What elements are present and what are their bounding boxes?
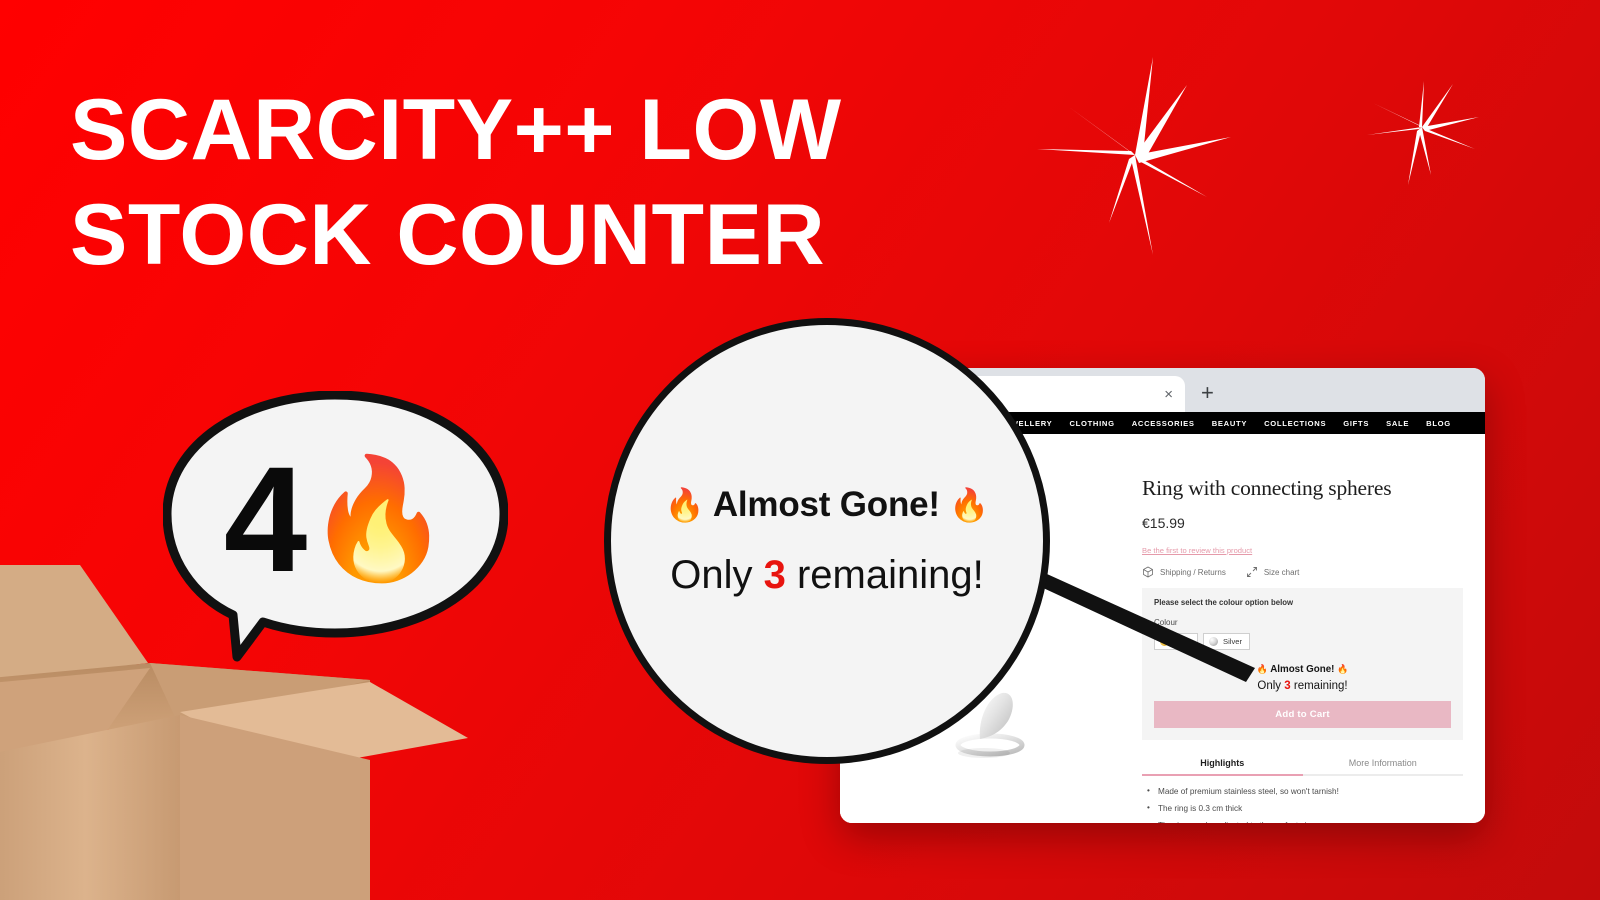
nav-item-collections[interactable]: COLLECTIONS bbox=[1264, 419, 1326, 428]
highlights-list: Made of premium stainless steel, so won'… bbox=[1142, 786, 1463, 823]
zoom-callout: 🔥 Almost Gone! 🔥 Only 3 remaining! bbox=[604, 318, 1050, 764]
nav-item-blog[interactable]: BLOG bbox=[1426, 419, 1451, 428]
fire-icon: 🔥 bbox=[305, 453, 453, 585]
callout-count-line: Only 3 remaining! bbox=[670, 553, 984, 598]
bubble-content: 4 🔥 bbox=[223, 439, 453, 599]
fire-icon: 🔥 bbox=[949, 486, 990, 523]
nav-item-beauty[interactable]: BEAUTY bbox=[1212, 419, 1247, 428]
callout-count-suffix: remaining! bbox=[796, 552, 984, 597]
nav-item-accessories[interactable]: ACCESSORIES bbox=[1132, 419, 1195, 428]
promo-banner: SCARCITY++ LOW STOCK COUNTER × + JEWELLE… bbox=[0, 0, 1600, 900]
product-price: €15.99 bbox=[1142, 515, 1185, 531]
sparkle-icon bbox=[1367, 81, 1479, 185]
tab-highlights[interactable]: Highlights bbox=[1142, 758, 1303, 776]
list-item: The ring can be adjusted to the perfect … bbox=[1147, 820, 1463, 823]
callout-headline: 🔥 Almost Gone! 🔥 bbox=[665, 485, 990, 525]
fire-icon: 🔥 bbox=[664, 486, 705, 523]
callout-count-value: 3 bbox=[763, 552, 786, 597]
stock-count-suffix: remaining! bbox=[1293, 680, 1348, 692]
add-to-cart-button[interactable]: Add to Cart bbox=[1154, 701, 1451, 728]
headline-line-1: SCARCITY++ LOW bbox=[70, 82, 842, 178]
callout-headline-text: Almost Gone! bbox=[712, 484, 940, 524]
new-tab-icon[interactable]: + bbox=[1201, 382, 1214, 404]
nav-item-clothing[interactable]: CLOTHING bbox=[1069, 419, 1114, 428]
list-item: Made of premium stainless steel, so won'… bbox=[1147, 786, 1463, 796]
callout-count-prefix: Only bbox=[670, 552, 753, 597]
tab-more-information[interactable]: More Information bbox=[1302, 758, 1463, 776]
sparkle-icon bbox=[1037, 57, 1231, 255]
list-item: The ring is 0.3 cm thick bbox=[1147, 803, 1463, 813]
bubble-count-value: 4 bbox=[223, 435, 307, 603]
stock-count-speech-bubble: 4 🔥 bbox=[162, 390, 509, 666]
page-title: SCARCITY++ LOW STOCK COUNTER bbox=[70, 78, 990, 288]
product-tabs: Highlights More Information bbox=[1142, 758, 1463, 776]
fire-icon: 🔥 bbox=[1337, 664, 1349, 674]
nav-item-gifts[interactable]: GIFTS bbox=[1343, 419, 1369, 428]
close-icon[interactable]: × bbox=[1164, 387, 1173, 402]
review-link[interactable]: Be the first to review this product bbox=[1142, 546, 1252, 555]
product-title: Ring with connecting spheres bbox=[1142, 476, 1392, 500]
headline-line-2: STOCK COUNTER bbox=[70, 186, 826, 283]
nav-item-sale[interactable]: SALE bbox=[1386, 419, 1409, 428]
